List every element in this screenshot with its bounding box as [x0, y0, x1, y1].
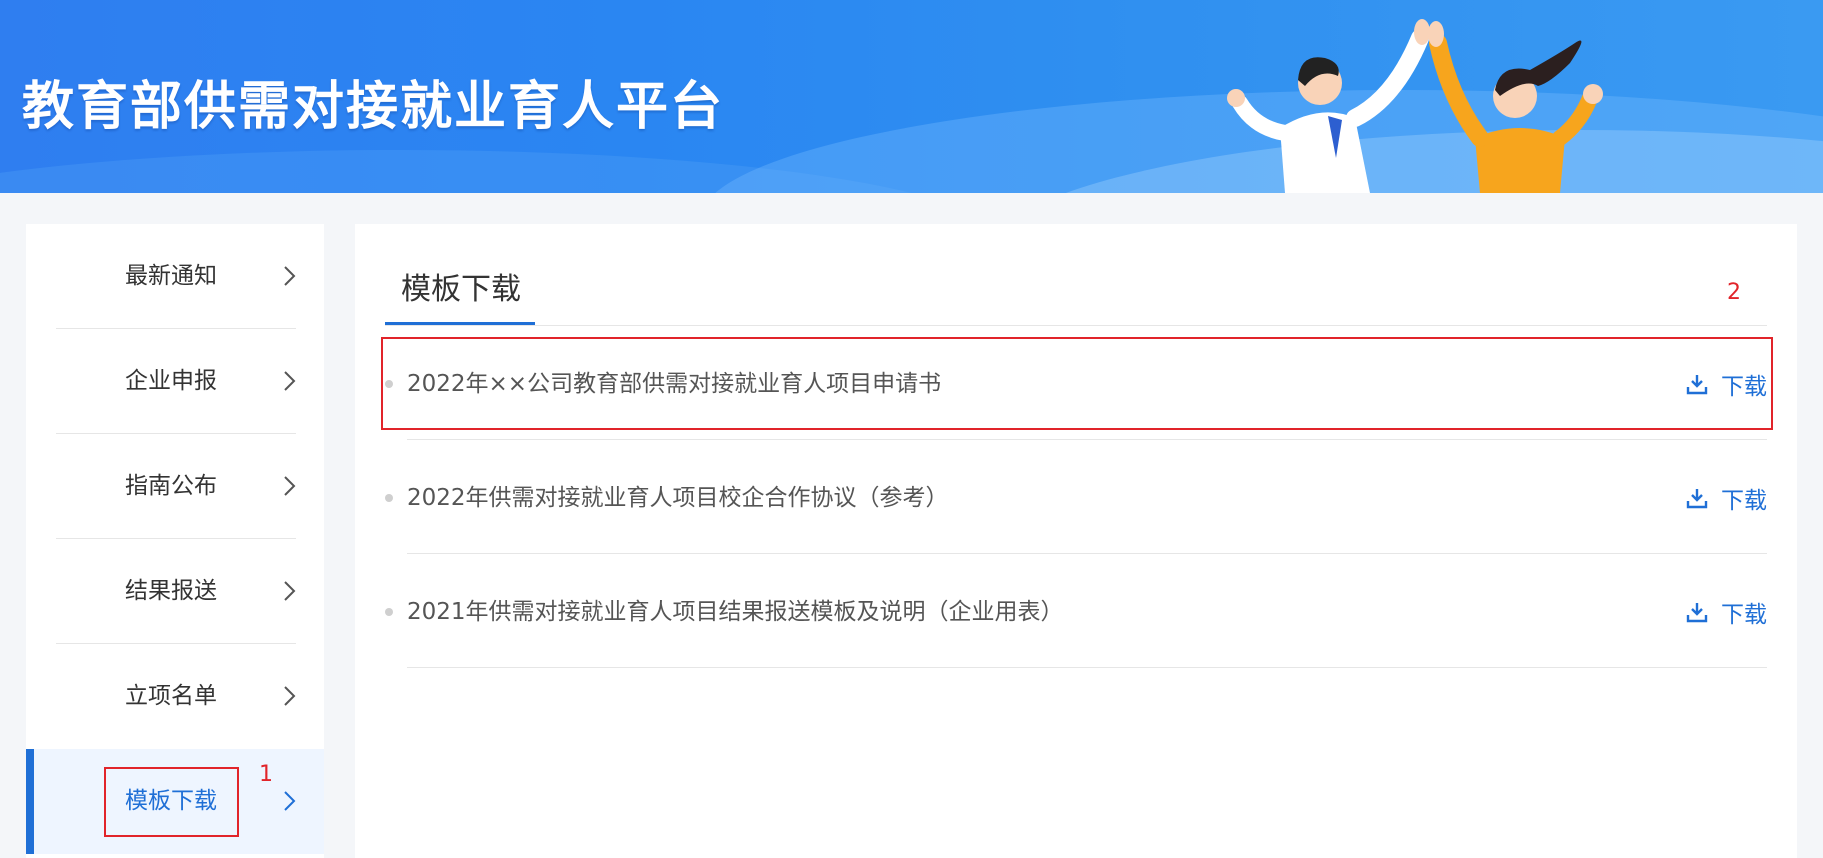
download-label: 下载 [1721, 488, 1767, 514]
annotation-marker-2: 2 [1727, 280, 1741, 305]
sidebar-item-label: 最新通知 [125, 263, 217, 289]
bullet-icon [385, 494, 393, 502]
sidebar-item-guide-publication[interactable]: 指南公布 [26, 434, 324, 539]
sidebar-item-latest-notice[interactable]: 最新通知 [26, 224, 324, 329]
header-banner: 教育部供需对接就业育人平台 [0, 0, 1823, 193]
sidebar-item-project-list[interactable]: 立项名单 [26, 644, 324, 749]
bullet-icon [385, 608, 393, 616]
download-button[interactable]: 下载 [1685, 483, 1767, 514]
active-indicator [26, 749, 34, 854]
file-name: 2021年供需对接就业育人项目结果报送模板及说明（企业用表） [407, 599, 1064, 625]
download-icon [1686, 489, 1708, 509]
sidebar-item-enterprise-declaration[interactable]: 企业申报 [26, 329, 324, 434]
annotation-marker-1: 1 [259, 762, 273, 787]
sidebar-item-label: 结果报送 [125, 578, 217, 604]
chevron-right-icon [284, 686, 296, 706]
sidebar-nav: 最新通知 企业申报 指南公布 结果报送 立项名单 模板下载 1 [26, 224, 324, 858]
download-label: 下载 [1721, 602, 1767, 628]
main-panel: 模板下载 2 2022年××公司教育部供需对接就业育人项目申请书 下载 2022… [355, 224, 1797, 858]
list-item: 2021年供需对接就业育人项目结果报送模板及说明（企业用表） 下载 [385, 554, 1767, 668]
download-button[interactable]: 下载 [1685, 597, 1767, 628]
sidebar-item-result-submission[interactable]: 结果报送 [26, 539, 324, 644]
annotation-box-1 [104, 767, 239, 837]
divider [407, 667, 1767, 668]
sidebar-item-label: 立项名单 [125, 683, 217, 709]
chevron-right-icon [284, 371, 296, 391]
chevron-right-icon [284, 581, 296, 601]
chevron-right-icon [284, 266, 296, 286]
download-icon [1686, 603, 1708, 623]
sidebar-item-label: 企业申报 [125, 368, 217, 394]
chevron-right-icon [284, 791, 296, 811]
chevron-right-icon [284, 476, 296, 496]
tab-template-download[interactable]: 模板下载 [385, 224, 535, 325]
list-item: 2022年供需对接就业育人项目校企合作协议（参考） 下载 [385, 440, 1767, 554]
sidebar-item-label: 指南公布 [125, 473, 217, 499]
site-title: 教育部供需对接就业育人平台 [22, 77, 725, 137]
file-name: 2022年供需对接就业育人项目校企合作协议（参考） [407, 485, 949, 511]
tab-label: 模板下载 [401, 272, 521, 307]
high-five-illustration [1227, 19, 1603, 193]
annotation-box-2 [381, 337, 1773, 430]
